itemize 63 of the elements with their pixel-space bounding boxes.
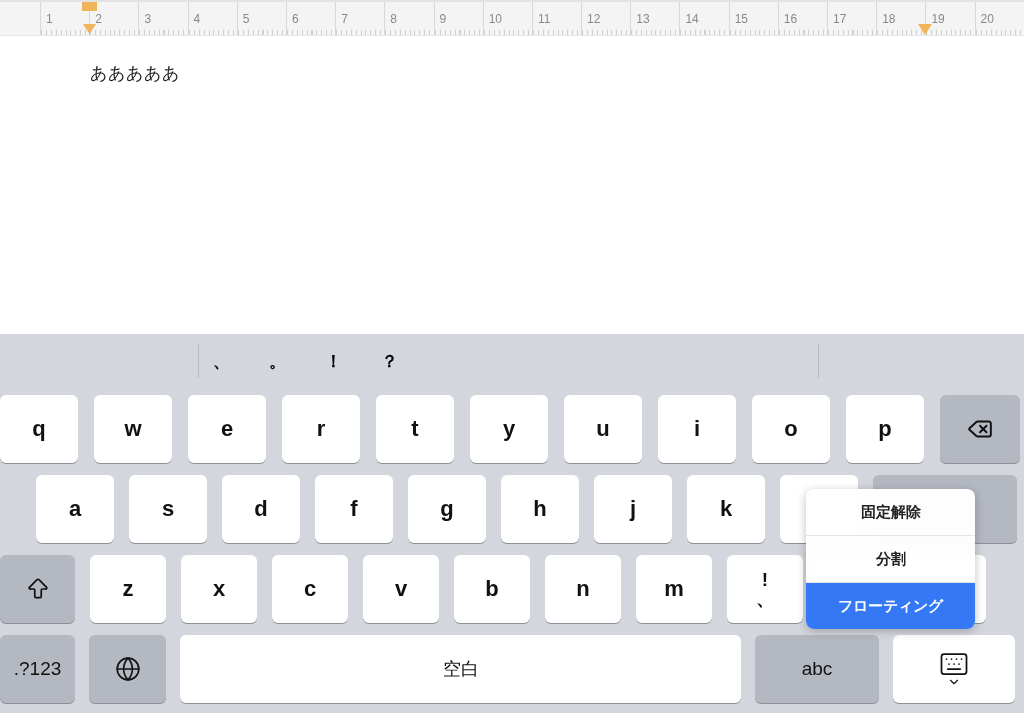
letter-key[interactable]: q (0, 395, 78, 463)
abc-key[interactable]: abc (755, 635, 879, 703)
letter-key[interactable]: k (687, 475, 765, 543)
letter-key[interactable]: r (282, 395, 360, 463)
letter-key[interactable]: c (272, 555, 348, 623)
ruler-number: 15 (734, 12, 748, 26)
letter-key[interactable]: t (376, 395, 454, 463)
ruler-number: 10 (488, 12, 503, 26)
punctuation-key[interactable]: ! 、 (727, 555, 803, 623)
ruler-number: 7 (341, 12, 348, 26)
ruler-number: 1 (46, 12, 53, 26)
letter-key[interactable]: a (36, 475, 114, 543)
menu-item[interactable]: フローティング (806, 582, 975, 629)
ruler-number: 14 (685, 12, 699, 26)
ruler-number: 2 (95, 12, 102, 26)
shift-key[interactable] (0, 555, 75, 623)
ruler-number: 19 (931, 12, 945, 26)
letter-key[interactable]: s (129, 475, 207, 543)
candidate-suggestion[interactable]: 、 (199, 349, 255, 373)
ruler-number: 17 (833, 12, 847, 26)
ruler-number: 6 (291, 12, 299, 26)
ruler-number: 16 (783, 12, 798, 26)
candidate-suggestion[interactable]: 。 (255, 349, 311, 373)
letter-key[interactable]: p (846, 395, 924, 463)
ruler-number: 8 (390, 12, 397, 26)
right-indent-marker-icon[interactable] (918, 24, 932, 35)
indent-marker-icon[interactable] (82, 2, 97, 35)
ruler-number: 5 (242, 12, 250, 26)
ruler-number: 18 (882, 12, 896, 26)
space-key[interactable]: 空白 (180, 635, 741, 703)
ruler-number: 11 (537, 12, 551, 26)
letter-key[interactable]: i (658, 395, 736, 463)
letter-key[interactable]: j (594, 475, 672, 543)
ruler-number: 4 (193, 12, 201, 26)
letter-key[interactable]: w (94, 395, 172, 463)
letter-key[interactable]: x (181, 555, 257, 623)
ruler-number: 9 (439, 12, 447, 26)
letter-key[interactable]: y (470, 395, 548, 463)
letter-key[interactable]: n (545, 555, 621, 623)
letter-key[interactable]: h (501, 475, 579, 543)
letter-key[interactable]: o (752, 395, 830, 463)
keyboard-dismiss-key[interactable] (893, 635, 1015, 703)
candidate-suggestion[interactable]: ！ (311, 349, 367, 373)
ruler-number: 13 (636, 12, 650, 26)
letter-key[interactable]: b (454, 555, 530, 623)
ruler-number: 3 (144, 12, 152, 26)
ruler-number: 20 (980, 12, 994, 26)
document-text: あああああ (90, 64, 180, 83)
letter-key[interactable]: z (90, 555, 166, 623)
letter-key[interactable]: m (636, 555, 712, 623)
number-mode-key[interactable]: .?123 (0, 635, 75, 703)
letter-key[interactable]: v (363, 555, 439, 623)
globe-key[interactable] (89, 635, 166, 703)
delete-key[interactable] (940, 395, 1020, 463)
letter-key[interactable]: g (408, 475, 486, 543)
letter-key[interactable]: u (564, 395, 642, 463)
menu-item[interactable]: 固定解除 (806, 489, 975, 535)
globe-icon (114, 656, 141, 682)
letter-key[interactable]: e (188, 395, 266, 463)
letter-key[interactable]: f (315, 475, 393, 543)
candidate-suggestion[interactable]: ？ (367, 349, 423, 373)
letter-key[interactable]: d (222, 475, 300, 543)
ruler-number: 12 (587, 12, 601, 26)
